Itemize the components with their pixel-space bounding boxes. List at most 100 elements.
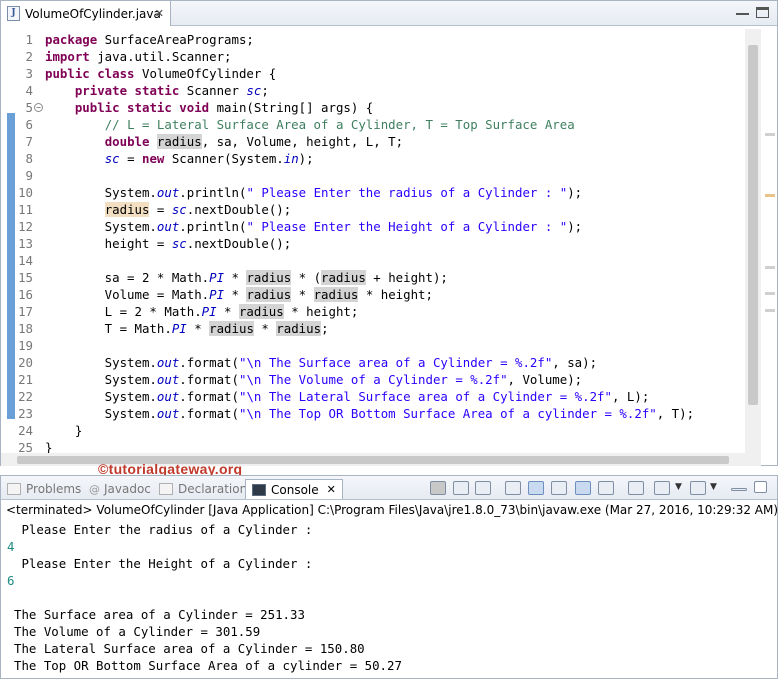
code-line[interactable]: 1 package SurfaceAreaPrograms; <box>1 31 761 48</box>
code-line[interactable]: 20 System.out.format("\n The Surface are… <box>1 354 761 371</box>
code-line[interactable]: 23 System.out.format("\n The Top OR Bott… <box>1 405 761 422</box>
editor-tab-volumeofcylinder[interactable]: J VolumeOfCylinder.java ✕ <box>1 1 171 26</box>
scroll-lock-icon[interactable] <box>528 481 544 495</box>
console-output-line: Please Enter the radius of a Cylinder : <box>14 522 313 537</box>
code-token: .format( <box>179 372 239 387</box>
code-token: * <box>216 304 239 319</box>
code-line[interactable]: 5− public static void main(String[] args… <box>1 99 761 116</box>
code-line[interactable]: 9 <box>1 167 761 184</box>
open-console-icon[interactable] <box>690 481 706 495</box>
code-token: out <box>156 219 180 234</box>
code-line[interactable]: 8 sc = new Scanner(System.in); <box>1 150 761 167</box>
code-token: + height); <box>365 270 448 285</box>
code-token: .println( <box>179 185 247 200</box>
code-token: System. <box>45 219 157 234</box>
remove-launch-icon[interactable] <box>453 481 469 495</box>
overview-marker[interactable] <box>765 292 775 295</box>
code-text: System.out.println(" Please Enter the ra… <box>45 184 582 201</box>
java-file-icon: J <box>7 6 20 21</box>
code-area[interactable]: 1 package SurfaceAreaPrograms; 2 import jav… <box>1 28 761 453</box>
code-text: radius = sc.nextDouble(); <box>45 201 291 218</box>
code-token: ; <box>321 321 329 336</box>
code-line[interactable]: 3 public class VolumeOfCylinder { <box>1 65 761 82</box>
tab-declaration[interactable]: Declaration <box>159 479 247 499</box>
code-line[interactable]: 7 double radius, sa, Volume, height, L, … <box>1 133 761 150</box>
display-console-icon[interactable] <box>654 481 670 495</box>
code-line[interactable]: 11 radius = sc.nextDouble(); <box>1 201 761 218</box>
code-text: System.out.format("\n The Top OR Bottom … <box>45 405 694 422</box>
close-icon[interactable]: ✕ <box>327 483 336 496</box>
minimize-icon[interactable] <box>736 7 749 15</box>
line-number: 14 <box>18 253 33 268</box>
code-token: radius <box>246 287 292 302</box>
overview-marker[interactable] <box>765 266 775 269</box>
code-line[interactable]: 13 height = sc.nextDouble(); <box>1 235 761 252</box>
code-token: out <box>156 406 180 421</box>
tab-javadoc[interactable]: @ Javadoc <box>89 479 151 499</box>
code-line[interactable]: 18 T = Math.PI * radius * radius; <box>1 320 761 337</box>
code-line[interactable]: 22 System.out.format("\n The Lateral Sur… <box>1 388 761 405</box>
code-token: sc <box>171 236 187 251</box>
code-text: System.out.format("\n The Surface area o… <box>45 354 597 371</box>
fold-toggle-icon[interactable]: − <box>34 103 43 112</box>
line-number: 4 <box>25 83 33 98</box>
code-token: PI <box>209 270 225 285</box>
code-token: * <box>224 287 247 302</box>
code-token: PI <box>209 287 225 302</box>
code-text: public static void main(String[] args) { <box>45 99 373 116</box>
close-icon[interactable]: ✕ <box>155 7 164 20</box>
code-line[interactable]: 19 <box>1 337 761 354</box>
overview-ruler[interactable] <box>763 29 777 453</box>
editor-tab-label: VolumeOfCylinder.java <box>25 6 161 21</box>
chevron-down-icon[interactable]: ▼ <box>675 482 682 492</box>
terminate-icon[interactable] <box>430 481 446 495</box>
code-line[interactable]: 10 System.out.println(" Please Enter the… <box>1 184 761 201</box>
show-on-stderr-icon[interactable] <box>598 481 614 495</box>
chevron-down-icon[interactable]: ▼ <box>710 482 717 492</box>
show-on-stdout-icon[interactable] <box>575 481 591 495</box>
overview-marker[interactable] <box>765 194 775 197</box>
remove-all-launches-icon[interactable] <box>475 481 491 495</box>
clear-console-icon[interactable] <box>505 481 521 495</box>
code-line[interactable]: 4 private static Scanner sc; <box>1 82 761 99</box>
overview-marker[interactable] <box>765 309 775 312</box>
code-line[interactable]: 2 import java.util.Scanner; <box>1 48 761 65</box>
code-token: .format( <box>179 389 239 404</box>
code-line[interactable]: 16 Volume = Math.PI * radius * radius * … <box>1 286 761 303</box>
code-line[interactable]: 12 System.out.println(" Please Enter the… <box>1 218 761 235</box>
vertical-scrollbar-thumb[interactable] <box>748 45 758 405</box>
code-token: .nextDouble(); <box>186 202 292 217</box>
code-line[interactable]: 6 // L = Lateral Surface Area of a Cylin… <box>1 116 761 133</box>
tab-console[interactable]: Console ✕ <box>245 479 343 499</box>
code-token: "\n The Surface area of a Cylinder = %.2… <box>238 355 553 370</box>
tab-problems[interactable]: Problems <box>7 479 81 499</box>
line-number: 22 <box>18 389 33 404</box>
code-token: , T); <box>656 406 695 421</box>
overview-marker[interactable] <box>765 133 775 136</box>
editor-tab-bar: J VolumeOfCylinder.java ✕ <box>1 1 777 26</box>
maximize-icon[interactable] <box>754 481 767 493</box>
code-token: * height; <box>358 287 433 302</box>
code-text: sa = 2 * Math.PI * radius * (radius + he… <box>45 269 448 286</box>
word-wrap-icon[interactable] <box>551 481 567 495</box>
code-token: * <box>186 321 210 336</box>
code-token: private static <box>74 83 180 98</box>
minimize-icon[interactable] <box>731 488 747 491</box>
code-line[interactable]: 24 } <box>1 422 761 439</box>
line-number: 23 <box>18 406 33 421</box>
code-token: System. <box>45 372 157 387</box>
code-line[interactable]: 15 sa = 2 * Math.PI * radius * (radius +… <box>1 269 761 286</box>
pin-console-icon[interactable] <box>628 481 644 495</box>
code-token: java.util.Scanner; <box>89 49 232 64</box>
code-line[interactable]: 14 <box>1 252 761 269</box>
line-number: 19 <box>18 338 33 353</box>
code-line[interactable]: 17 L = 2 * Math.PI * radius * height; <box>1 303 761 320</box>
code-token: in <box>283 151 299 166</box>
line-number: 12 <box>18 219 33 234</box>
maximize-icon[interactable] <box>756 7 769 18</box>
code-line[interactable]: 21 System.out.format("\n The Volume of a… <box>1 371 761 388</box>
line-number: 13 <box>18 236 33 251</box>
code-line[interactable]: 25} <box>1 439 761 453</box>
